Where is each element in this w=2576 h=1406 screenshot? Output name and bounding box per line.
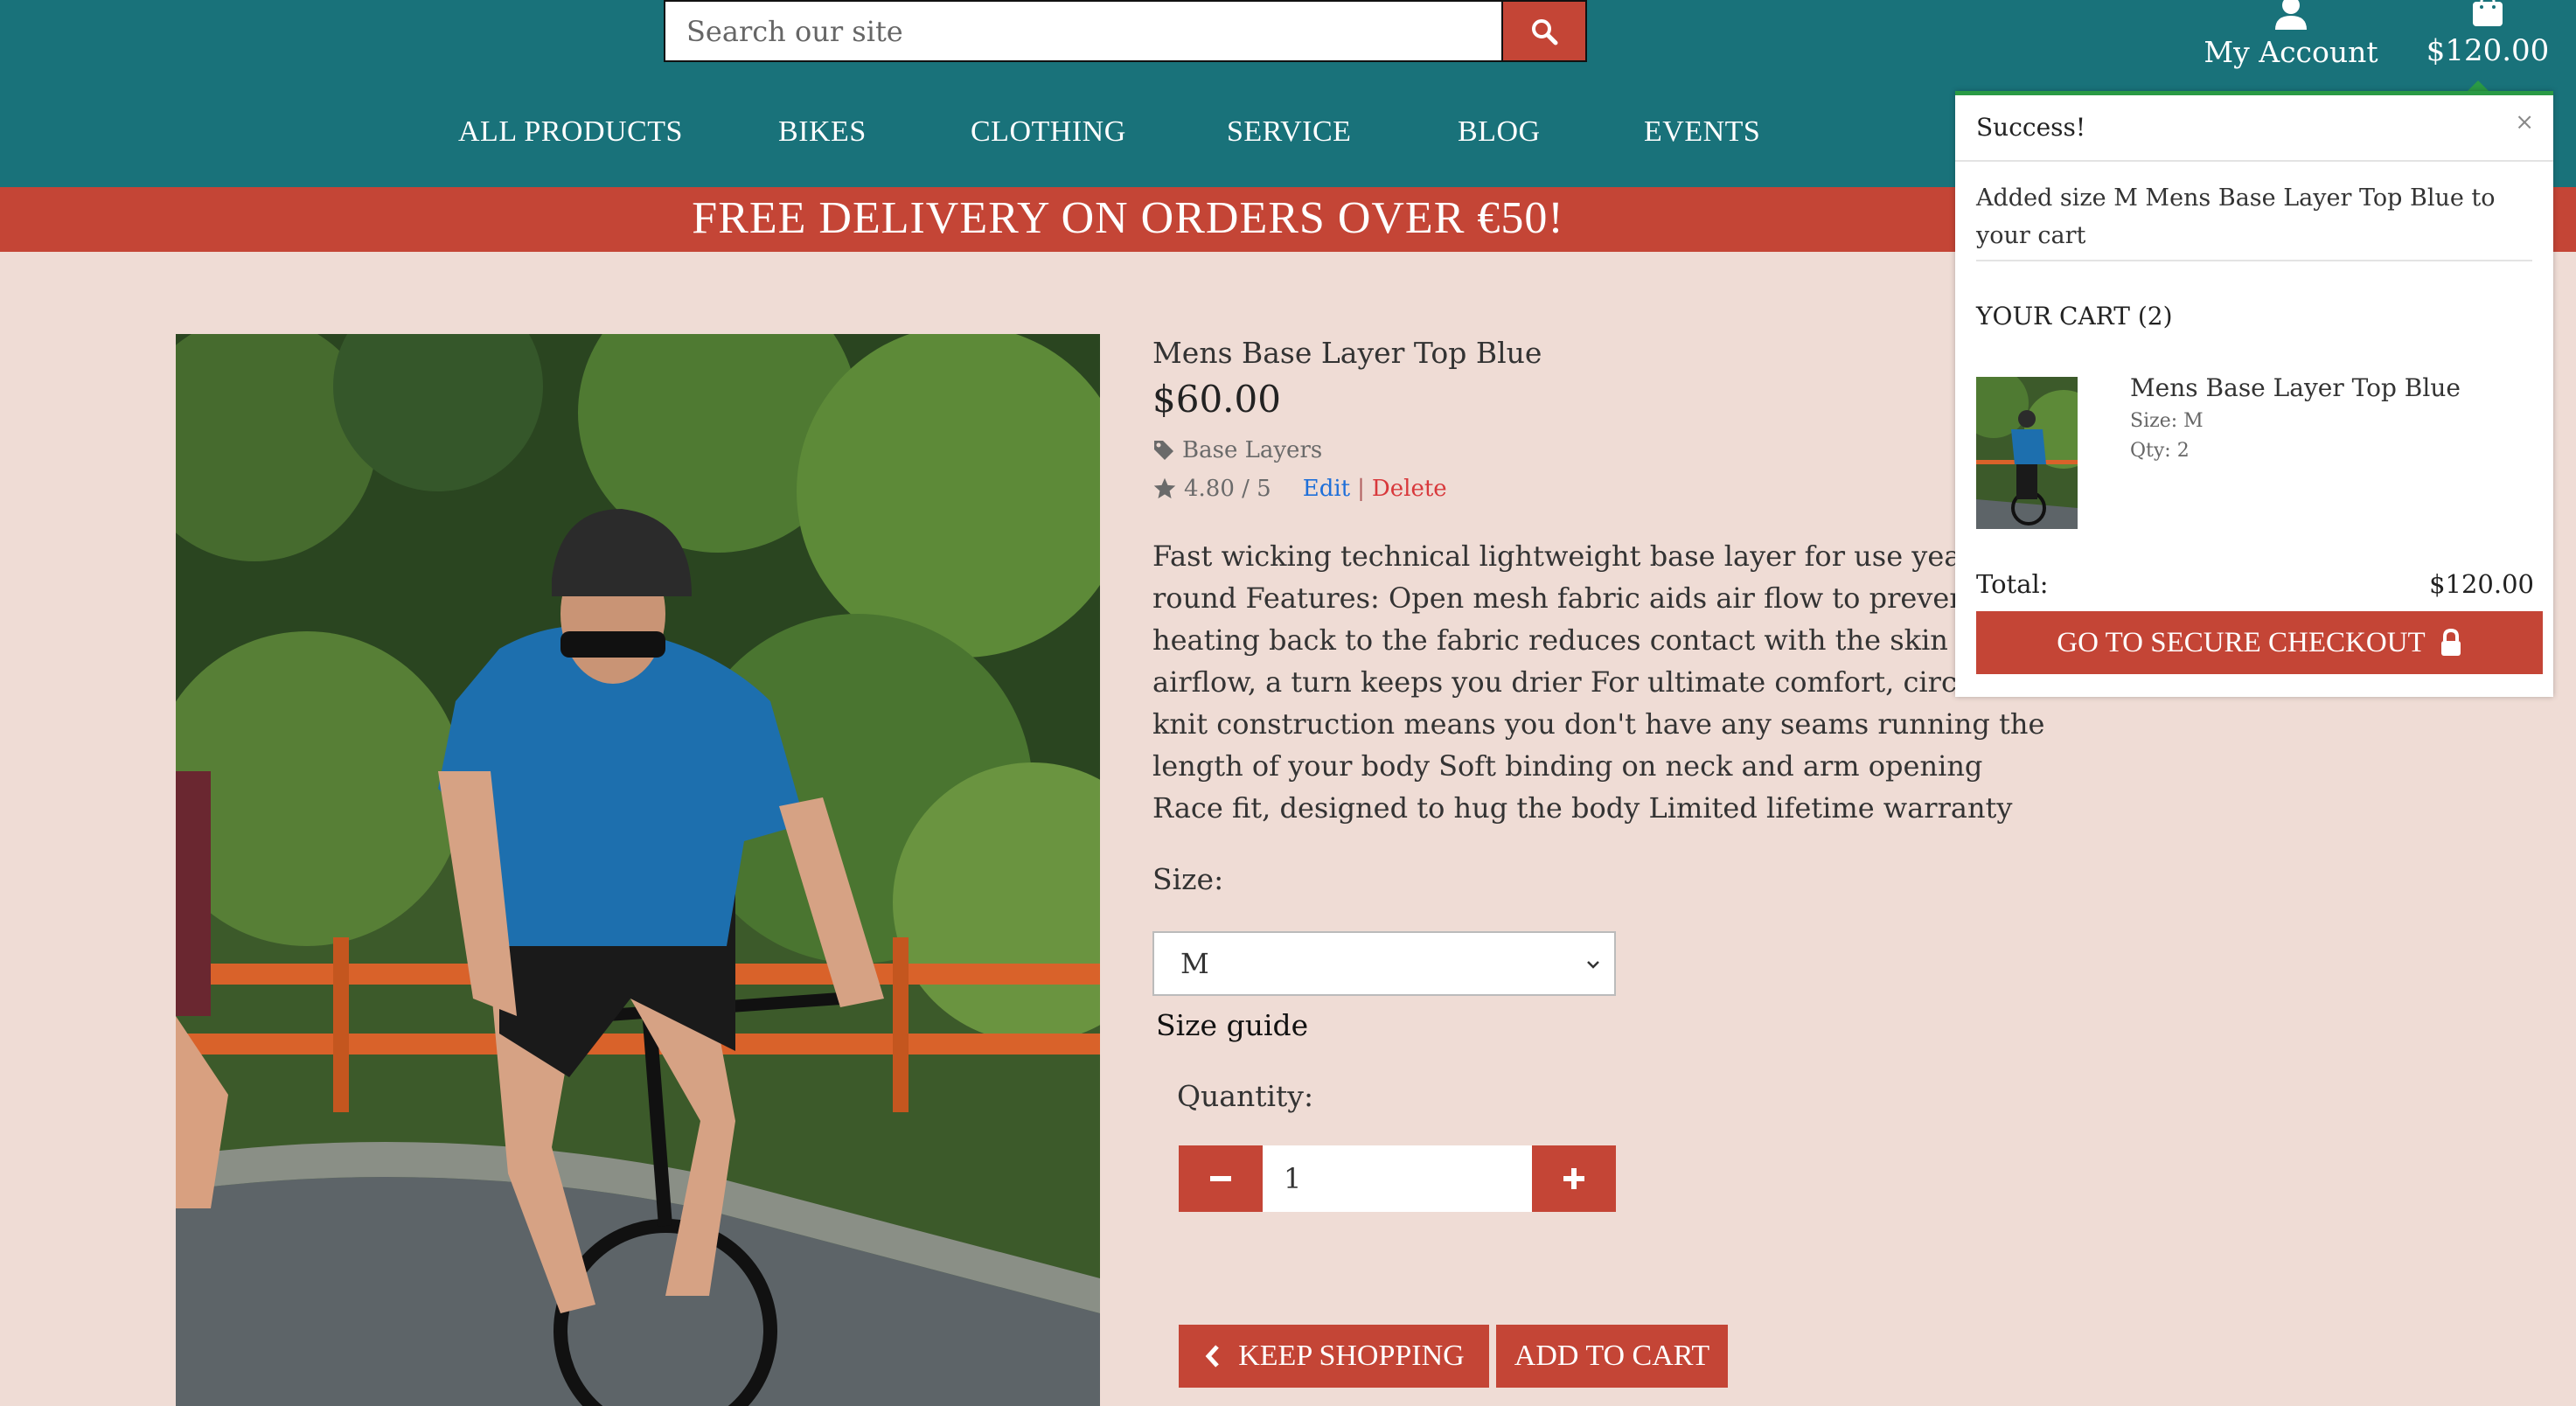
nav-blog[interactable]: BLOG xyxy=(1458,115,1541,159)
size-guide-link[interactable]: Size guide xyxy=(1156,1008,1308,1042)
size-selected-value: M xyxy=(1180,947,1209,980)
rating-value: 4.80 / 5 xyxy=(1184,476,1271,502)
nav-service[interactable]: SERVICE xyxy=(1227,115,1351,159)
keep-shopping-button[interactable]: KEEP SHOPPING xyxy=(1179,1325,1489,1388)
search-input[interactable] xyxy=(664,0,1501,62)
toast-divider xyxy=(1976,260,2532,261)
delete-product-link[interactable]: Delete xyxy=(1372,476,1447,502)
size-select[interactable]: M xyxy=(1152,931,1616,996)
add-to-cart-button[interactable]: ADD TO CART xyxy=(1496,1325,1728,1388)
cart-item-thumbnail xyxy=(1976,377,2078,529)
cart-heading: YOUR CART (2) xyxy=(1976,302,2173,331)
product-category[interactable]: Base Layers xyxy=(1152,437,1322,463)
size-label: Size: xyxy=(1152,862,1224,896)
product-description: Fast wicking technical lightweight base … xyxy=(1152,539,2050,825)
product-rating: 4.80 / 5 Edit | Delete xyxy=(1152,476,1447,502)
toast-arrow xyxy=(2468,80,2489,91)
my-account-link[interactable]: My Account xyxy=(2204,0,2378,79)
quantity-input[interactable] xyxy=(1263,1145,1532,1212)
minus-icon xyxy=(1210,1176,1231,1181)
checkout-label: GO TO SECURE CHECKOUT xyxy=(2057,626,2426,658)
add-to-cart-label: ADD TO CART xyxy=(1514,1340,1710,1372)
nav-all-products[interactable]: ALL PRODUCTS xyxy=(458,115,683,159)
search-button[interactable] xyxy=(1501,0,1587,62)
nav-bikes[interactable]: BIKES xyxy=(778,115,867,159)
nav-clothing[interactable]: CLOTHING xyxy=(971,115,1126,159)
toast-header: Success! × xyxy=(1955,95,2553,162)
cart-item-size: Size: M xyxy=(2130,410,2204,432)
chevron-down-icon xyxy=(1587,961,1599,969)
secure-checkout-button[interactable]: GO TO SECURE CHECKOUT xyxy=(1976,611,2543,674)
product-title: Mens Base Layer Top Blue xyxy=(1152,336,1542,370)
plus-icon xyxy=(1563,1168,1584,1189)
cart-total-value: $120.00 xyxy=(2429,569,2534,599)
cart-item-qty: Qty: 2 xyxy=(2130,440,2190,462)
chevron-left-icon xyxy=(1205,1345,1220,1368)
lock-icon xyxy=(2440,629,2461,656)
shopping-bag-icon xyxy=(2473,0,2503,26)
edit-product-link[interactable]: Edit xyxy=(1303,476,1350,502)
cart-total: $120.00 xyxy=(2426,33,2550,68)
toast-message: Added size M Mens Base Layer Top Blue to… xyxy=(1976,184,2496,249)
delivery-banner-text: FREE DELIVERY ON ORDERS OVER €50! xyxy=(692,193,1564,243)
cart-total-label: Total: xyxy=(1976,569,2049,599)
star-icon xyxy=(1153,477,1176,499)
quantity-label: Quantity: xyxy=(1177,1079,1314,1113)
toast-title: Success! xyxy=(1976,113,2086,142)
user-icon xyxy=(2275,0,2307,30)
success-toast: Success! × Added size M Mens Base Layer … xyxy=(1955,91,2553,697)
cart-link[interactable]: $120.00 xyxy=(2422,0,2553,87)
cart-item-name: Mens Base Layer Top Blue xyxy=(2130,373,2461,402)
increment-button[interactable] xyxy=(1532,1145,1616,1212)
tag-icon xyxy=(1154,441,1173,460)
nav-events[interactable]: EVENTS xyxy=(1644,115,1760,159)
keep-shopping-label: KEEP SHOPPING xyxy=(1238,1340,1465,1372)
product-image xyxy=(176,334,1100,1406)
search-icon xyxy=(1532,18,1558,45)
link-separator: | xyxy=(1357,476,1365,502)
category-label: Base Layers xyxy=(1182,437,1323,463)
quantity-stepper xyxy=(1179,1145,1616,1212)
close-icon[interactable]: × xyxy=(2515,109,2534,136)
my-account-label: My Account xyxy=(2204,35,2378,69)
product-price: $60.00 xyxy=(1152,378,1281,421)
decrement-button[interactable] xyxy=(1179,1145,1263,1212)
search-form xyxy=(664,0,1587,66)
